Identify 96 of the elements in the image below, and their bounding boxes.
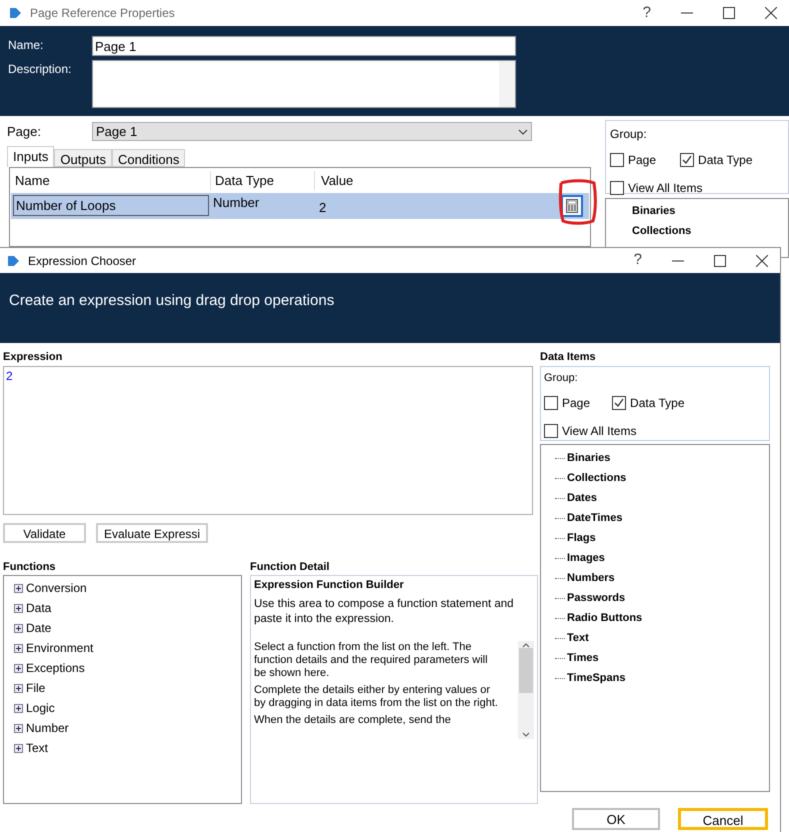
window-title: Expression Chooser <box>28 252 136 270</box>
scroll-up-icon[interactable] <box>522 643 530 648</box>
checkbox-label: View All Items <box>628 180 702 197</box>
detail-text: Use this area to compose a function statement and paste it into the expression. <box>254 597 515 627</box>
close-icon[interactable] <box>765 7 777 19</box>
expand-icon[interactable] <box>14 584 23 592</box>
tree-item[interactable]: Text <box>567 630 589 647</box>
window-title: Page Reference Properties <box>30 5 175 22</box>
table-row[interactable]: Number of Loops Number 2 <box>11 192 589 218</box>
section-label: Data Items <box>540 350 597 365</box>
checkbox[interactable] <box>544 396 558 410</box>
expand-icon[interactable] <box>14 644 23 652</box>
tree-item[interactable]: Number <box>26 719 69 737</box>
scroll-down-icon[interactable] <box>522 732 530 737</box>
tree-item[interactable]: DateTimes <box>567 510 622 527</box>
checkbox-label: Page <box>562 395 590 412</box>
calculator-icon <box>566 198 578 212</box>
section-label: Functions <box>3 560 57 574</box>
table-cell-text: 2 <box>318 198 326 217</box>
dialog-heading: Create an expression using drag drop operations <box>9 292 334 309</box>
tree-item[interactable]: Text <box>26 739 48 757</box>
checkbox[interactable] <box>610 181 624 195</box>
checkbox-label: Data Type <box>630 395 685 412</box>
expand-icon[interactable] <box>14 624 23 632</box>
tree-item[interactable]: Environment <box>26 639 94 657</box>
maximize-icon[interactable] <box>714 254 726 266</box>
check-icon <box>682 155 692 165</box>
tree-item[interactable]: Collections <box>632 223 788 243</box>
tree-item[interactable]: Binaries <box>567 450 610 467</box>
checkbox-label: Page <box>628 152 656 169</box>
checkbox[interactable] <box>610 153 624 167</box>
tree-item[interactable]: Images <box>567 550 605 567</box>
app-logo-icon <box>6 254 20 268</box>
tree-item[interactable]: Logic <box>26 699 55 717</box>
tree-item[interactable]: Exceptions <box>26 659 85 677</box>
detail-text: Complete the details either by entering values or by dragging in data items from the list on the right. <box>254 684 498 710</box>
tree-item[interactable]: Radio Buttons <box>567 610 642 627</box>
scrollbar[interactable] <box>499 61 515 107</box>
checkbox[interactable] <box>544 424 558 438</box>
column-header: Data Type <box>211 170 315 190</box>
tab[interactable]: Inputs <box>7 146 54 166</box>
expand-icon[interactable] <box>14 684 23 692</box>
group-label: Group: <box>544 370 579 386</box>
tree-item[interactable]: File <box>26 679 46 697</box>
scroll-thumb[interactable] <box>519 648 533 693</box>
expand-icon[interactable] <box>14 664 23 672</box>
expression-field[interactable]: 2 <box>3 366 533 514</box>
expand-icon[interactable] <box>14 744 23 752</box>
checkbox[interactable] <box>680 153 694 167</box>
column-header: Name <box>11 170 211 190</box>
dialog-button[interactable]: OK <box>572 808 660 830</box>
dialog-button[interactable]: Cancel <box>678 808 768 830</box>
field-label: Name: <box>8 37 44 54</box>
action-button[interactable]: Validate <box>3 522 86 542</box>
checkbox-label: Data Type <box>698 152 753 169</box>
tree-item[interactable]: Times <box>567 650 599 667</box>
tree-item[interactable]: Data <box>26 599 52 617</box>
tree-item[interactable]: Conversion <box>26 579 87 597</box>
checkbox-label: View All Items <box>562 423 636 440</box>
expand-icon[interactable] <box>14 724 23 732</box>
tree-item[interactable]: Numbers <box>567 570 615 587</box>
help-button[interactable]: ? <box>642 2 651 24</box>
tab[interactable]: Outputs <box>54 148 112 166</box>
detail-text: When the details are complete, send the <box>254 714 452 727</box>
detail-title: Expression Function Builder <box>254 578 405 593</box>
help-button[interactable]: ? <box>634 249 642 272</box>
name-field[interactable]: Page 1 <box>92 36 516 56</box>
expand-icon[interactable] <box>14 704 23 712</box>
check-icon <box>614 398 624 408</box>
description-field[interactable] <box>92 60 516 108</box>
table-cell-text: Number <box>212 194 260 212</box>
tab[interactable]: Conditions <box>112 148 186 166</box>
chevron-down-icon <box>518 128 528 135</box>
table-cell: Number of Loops <box>13 194 209 216</box>
app-logo-icon <box>8 6 22 20</box>
close-icon[interactable] <box>756 254 768 266</box>
column-header: Value <box>320 172 354 190</box>
tree-item[interactable]: Flags <box>567 530 596 547</box>
page-dropdown[interactable]: Page 1 <box>92 122 532 142</box>
tree-item[interactable]: TimeSpans <box>567 670 626 687</box>
tree-item[interactable]: Dates <box>567 490 597 507</box>
tree-item[interactable]: Date <box>26 619 52 637</box>
scrollbar[interactable] <box>518 641 534 739</box>
field-label: Description: <box>8 61 72 78</box>
detail-text: Select a function from the list on the left. The function details and the required parameters will be shown here. <box>254 641 489 680</box>
section-label: Expression <box>3 350 64 365</box>
section-label: Function Detail <box>250 560 330 574</box>
checkbox[interactable] <box>612 396 626 410</box>
tree-item[interactable]: Passwords <box>567 590 626 607</box>
tree-item[interactable]: Collections <box>567 470 626 487</box>
tree-item[interactable]: Binaries <box>632 203 788 223</box>
expand-icon[interactable] <box>14 604 23 612</box>
field-label: Page: <box>7 123 42 141</box>
action-button[interactable]: Evaluate Expressi <box>96 522 208 542</box>
group-label: Group: <box>610 126 648 143</box>
maximize-icon[interactable] <box>723 7 735 19</box>
